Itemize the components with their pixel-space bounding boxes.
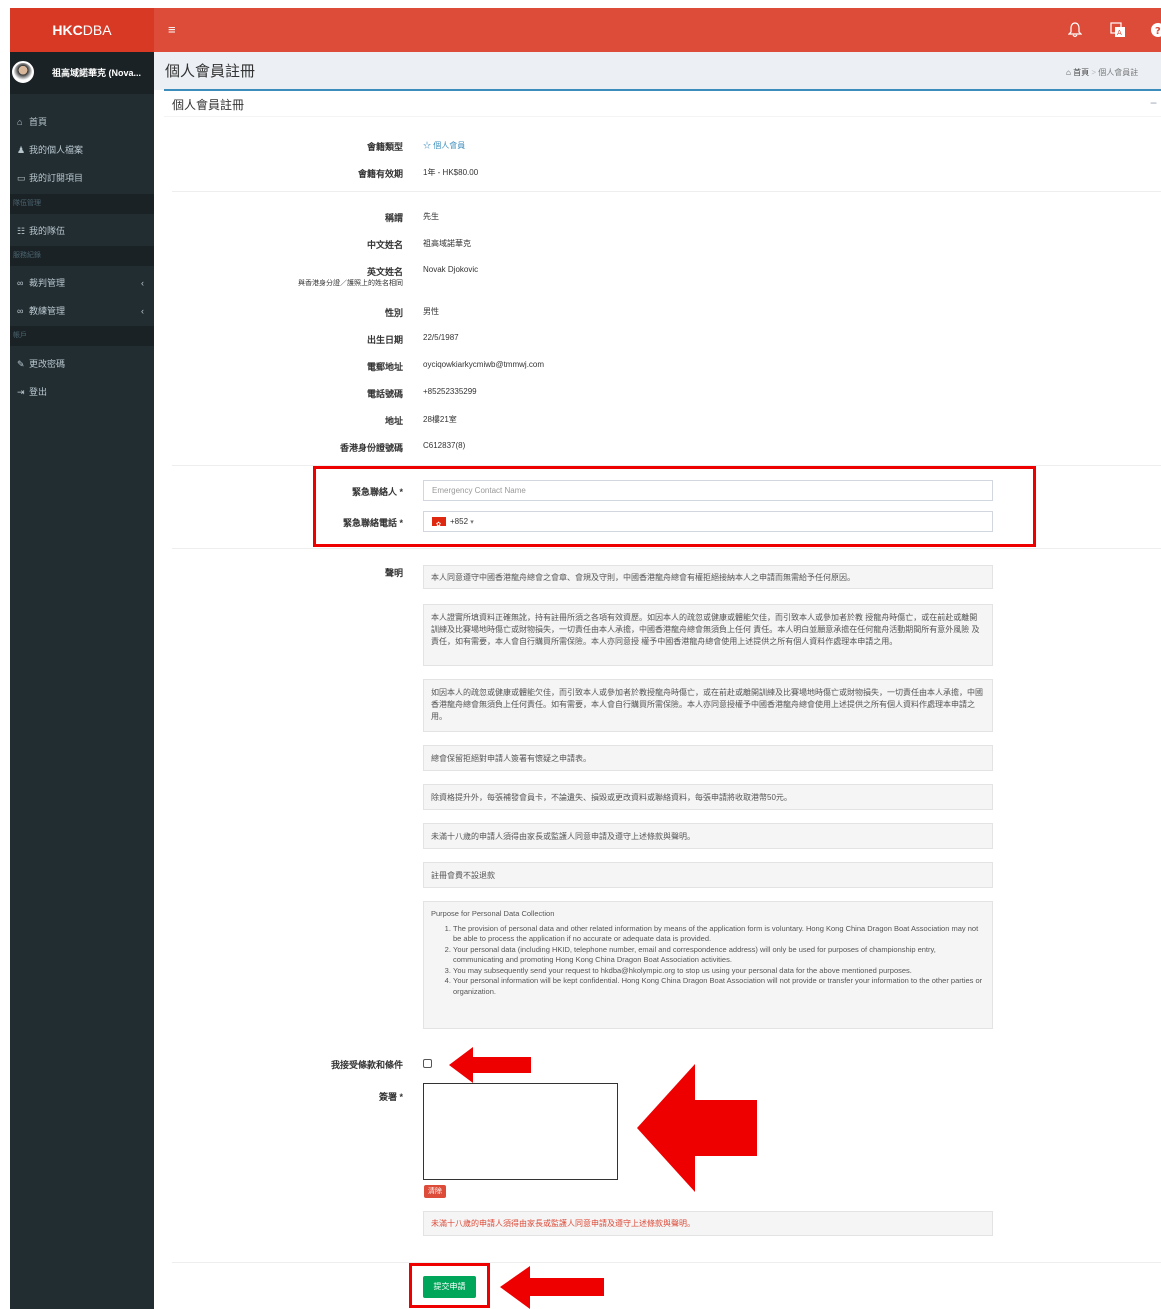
divider <box>172 548 1161 549</box>
declaration-label: 聲明 <box>384 568 403 578</box>
language-icon[interactable]: A <box>1110 8 1126 52</box>
avatar <box>12 61 34 83</box>
user-icon: ♟ <box>17 145 26 155</box>
phone-label: 電話號碼 <box>366 389 403 399</box>
signature-label: 簽署 * <box>378 1092 403 1102</box>
sidebar-item-coach[interactable]: ∞ 教練管理 ‹ <box>10 298 154 324</box>
box-title: 個人會員註冊 <box>172 98 245 112</box>
minor-notice: 未滿十八歲的申請人須得由家長或監護人同意申請及遵守上述條款與聲明。 <box>423 1211 993 1236</box>
english-name-value: Novak Djokovic <box>423 265 479 274</box>
declaration-paragraph: 註冊會費不設退款 <box>423 862 993 888</box>
membership-validity-value: 1年 - HK$80.00 <box>423 168 479 177</box>
svg-text:A: A <box>1117 29 1122 37</box>
annotation-arrow-left <box>500 1266 604 1309</box>
top-navbar <box>10 8 1161 52</box>
address-label: 地址 <box>384 416 403 426</box>
users-icon: ☷ <box>17 226 26 236</box>
email-label: 電郵地址 <box>366 362 403 372</box>
email-value: oyciqowkiarkycmiwb@tmmwj.com <box>423 360 545 369</box>
edit-icon: ✎ <box>17 359 25 369</box>
home-icon: ⌂ <box>17 117 23 127</box>
breadcrumb-separator: > <box>1091 68 1096 77</box>
collapse-button[interactable]: − <box>1150 96 1157 110</box>
title-label: 稱謂 <box>384 213 403 223</box>
gender-label: 性別 <box>384 308 403 318</box>
privacy-title: Purpose for Personal Data Collection <box>431 909 555 918</box>
bell-icon[interactable] <box>1067 8 1083 52</box>
chinese-name-value: 祖高域諾華克 <box>423 239 471 248</box>
declaration-paragraph: 總會保留拒絕對申請人簽署有懷疑之申請表。 <box>423 745 993 771</box>
declaration-paragraph: 未滿十八歲的申請人須得由家長或監護人同意申請及遵守上述條款與聲明。 <box>423 823 993 849</box>
sidebar-item-subscriptions[interactable]: ▭ 我的訂閱項目 <box>10 165 154 191</box>
binoculars-icon: ∞ <box>17 306 24 316</box>
home-icon: ⌂ <box>1066 68 1071 77</box>
terms-checkbox[interactable] <box>423 1059 432 1068</box>
sidebar-item-profile[interactable]: ♟ 我的個人檔案 <box>10 137 154 163</box>
dob-value: 22/5/1987 <box>423 333 459 342</box>
sidebar-item-referee[interactable]: ∞ 裁判管理 ‹ <box>10 270 154 296</box>
hamburger-icon[interactable]: ≡ <box>168 8 176 52</box>
divider <box>172 1262 1161 1263</box>
address-value: 28樓21室 <box>423 415 457 424</box>
hkid-label: 香港身份證號碼 <box>339 443 403 453</box>
declaration-paragraph: 本人證實所填資料正確無訛，持有註冊所須之各項有效資歷。如因本人的疏忽或健康或體能… <box>423 604 993 666</box>
annotation-highlight <box>313 466 1036 547</box>
breadcrumb-home[interactable]: 首頁 <box>1073 68 1089 77</box>
terms-label: 我接受條款和條件 <box>330 1060 403 1070</box>
hkid-value: C612837(8) <box>423 441 466 450</box>
english-name-label: 英文姓名 <box>366 267 403 277</box>
sidebar-header-account: 帳戶 <box>10 326 154 346</box>
content-header <box>154 52 1161 90</box>
logout-icon: ⇥ <box>17 387 25 397</box>
sidebar-item-home[interactable]: ⌂ 首頁 <box>10 109 154 135</box>
phone-value: +85252335299 <box>423 387 477 396</box>
membership-validity-label: 會籍有效期 <box>357 169 403 179</box>
privacy-item: You may subsequently send your request t… <box>453 966 985 977</box>
sidebar-header-service: 服務紀錄 <box>10 246 154 266</box>
english-name-note: 與香港身分證／護照上的姓名相同 <box>298 280 403 287</box>
page-title: 個人會員註冊 <box>165 63 256 80</box>
user-name: 祖高域諾華克 (Nova... <box>52 68 142 78</box>
help-icon[interactable]: ? <box>1150 8 1161 52</box>
membership-type-value[interactable]: ☆ 個人會員 <box>423 140 465 151</box>
chevron-left-icon: ‹ <box>141 278 144 288</box>
sidebar-item-change-password[interactable]: ✎ 更改密碼 <box>10 351 154 377</box>
privacy-statement: Purpose for Personal Data Collection The… <box>423 901 993 1029</box>
signature-pad[interactable] <box>423 1083 618 1180</box>
logo[interactable]: HKCDBA <box>10 8 154 52</box>
privacy-item: Your personal information will be kept c… <box>453 976 985 997</box>
privacy-item: The provision of personal data and other… <box>453 924 985 945</box>
svg-text:?: ? <box>1155 26 1161 37</box>
sidebar-header-team: 隊伍管理 <box>10 194 154 214</box>
clear-signature-button[interactable]: 清除 <box>424 1185 446 1198</box>
declaration-paragraph: 除資格提升外，每張補發會員卡，不論遺失、損毀或更改資料或聯絡資料，每張申請將收取… <box>423 784 993 810</box>
card-icon: ▭ <box>17 173 26 183</box>
declaration-paragraph: 如因本人的疏忽或健康或體能欠佳，而引致本人或參加者於教授龍舟時傷亡，或在前赴或離… <box>423 679 993 732</box>
gender-value: 男性 <box>423 307 439 316</box>
membership-type-label: 會籍類型 <box>366 142 403 152</box>
sidebar-item-my-team[interactable]: ☷ 我的隊伍 <box>10 218 154 244</box>
breadcrumb-current: 個人會員註 <box>1098 68 1139 77</box>
binoculars-icon: ∞ <box>17 278 24 288</box>
privacy-item: Your personal data (including HKID, tele… <box>453 945 985 966</box>
title-value: 先生 <box>423 212 439 221</box>
annotation-arrow-left <box>449 1047 531 1083</box>
submit-button[interactable]: 提交申請 <box>423 1276 476 1298</box>
breadcrumb: ⌂ 首頁 > 個人會員註 <box>1066 67 1138 78</box>
chinese-name-label: 中文姓名 <box>366 240 403 250</box>
sidebar-item-logout[interactable]: ⇥ 登出 <box>10 379 154 405</box>
divider <box>164 116 1161 117</box>
declaration-paragraph: 本人同意遵守中國香港龍舟總會之會章、會規及守則，中國香港龍舟總會有權拒絕接納本人… <box>423 565 993 589</box>
divider <box>172 191 1161 192</box>
chevron-left-icon: ‹ <box>141 306 144 316</box>
dob-label: 出生日期 <box>366 335 403 345</box>
annotation-arrow-left <box>637 1064 757 1192</box>
